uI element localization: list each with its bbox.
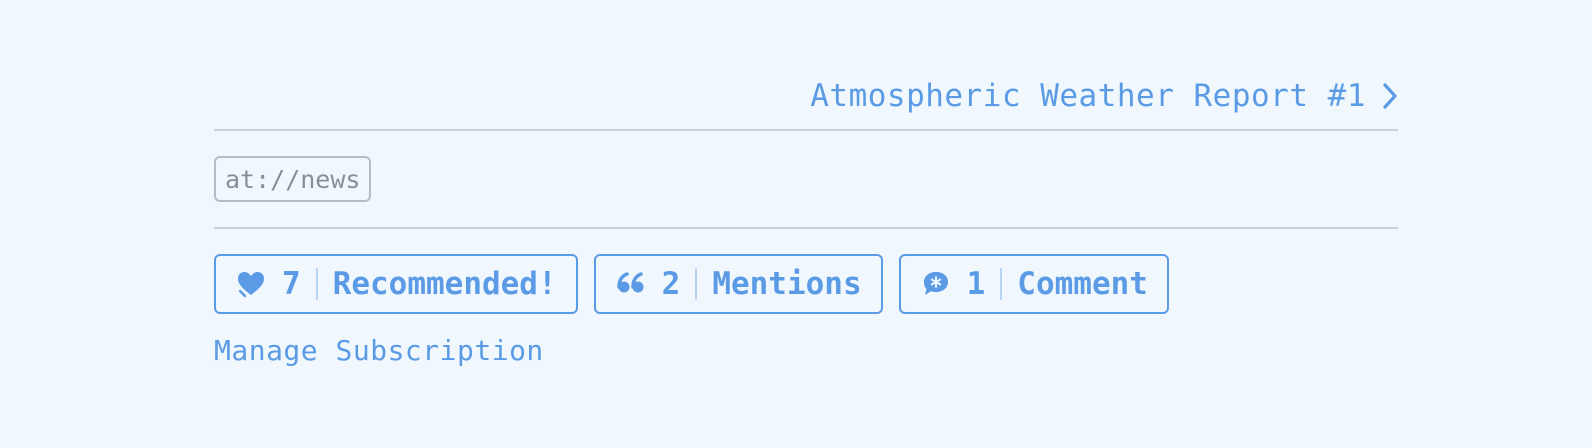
pill-separator	[1000, 268, 1003, 300]
recommend-count: 7	[282, 266, 301, 302]
next-post-link[interactable]: Atmospheric Weather Report #1	[810, 78, 1398, 114]
comments-count: 1	[966, 266, 986, 302]
pill-separator	[695, 268, 698, 300]
next-post-row: Atmospheric Weather Report #1	[214, 66, 1398, 126]
recommend-label: Recommended!	[332, 266, 557, 302]
mentions-count: 2	[661, 266, 681, 302]
divider-top	[214, 129, 1398, 131]
manage-subscription-label: Manage Subscription	[214, 333, 544, 367]
mentions-button[interactable]: 2 Mentions	[593, 254, 883, 314]
chevron-right-icon	[1383, 83, 1397, 109]
quote-icon	[616, 269, 646, 299]
tag-label: at://news	[225, 164, 361, 194]
manage-subscription-link[interactable]: Manage Subscription	[214, 330, 544, 370]
comments-button[interactable]: 1 Comment	[898, 254, 1169, 314]
next-post-title: Atmospheric Weather Report #1	[810, 78, 1366, 114]
comment-bubble-icon	[921, 269, 951, 299]
divider-bottom	[214, 227, 1398, 229]
tag-chip[interactable]: at://news	[214, 156, 372, 202]
reaction-bar: 7 Recommended! 2 Mentions 1 Comment	[214, 254, 1169, 314]
pill-separator	[315, 268, 318, 300]
recommend-button[interactable]: 7 Recommended!	[214, 254, 578, 314]
mentions-label: Mentions	[712, 266, 862, 302]
heart-icon	[236, 269, 266, 299]
comments-label: Comment	[1017, 266, 1148, 302]
